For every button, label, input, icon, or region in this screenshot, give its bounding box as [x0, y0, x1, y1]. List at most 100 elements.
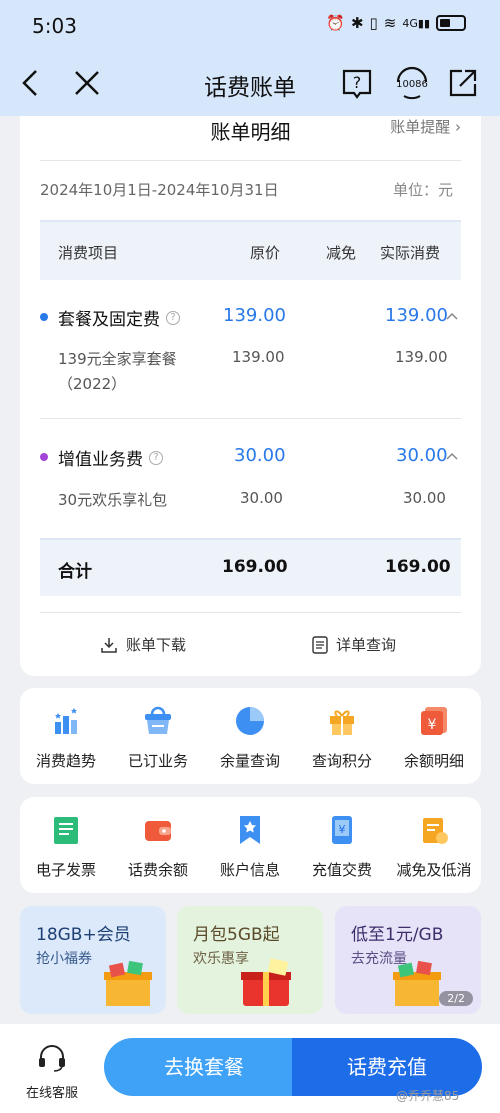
- divider: [40, 418, 461, 419]
- service-number: 10086: [396, 79, 428, 90]
- svg-text:¥: ¥: [428, 717, 437, 733]
- detail-query-button[interactable]: 详单查询: [312, 634, 396, 655]
- col-actual: 实际消费: [380, 244, 441, 262]
- gift-box-icon: [104, 960, 152, 1006]
- network-type: 4G: [402, 16, 418, 30]
- item-name: 30元欢乐享礼包: [58, 491, 168, 509]
- download-label: 账单下载: [126, 636, 187, 654]
- bill-date-range: 2024年10月1日-2024年10月31日: [40, 181, 279, 199]
- battery-icon: [436, 15, 466, 31]
- item-actual: 139.00: [395, 348, 448, 366]
- service-label: 余量查询: [219, 752, 280, 770]
- item-original: 139.00: [232, 348, 285, 366]
- bluetooth-icon: ✱: [350, 14, 364, 32]
- status-icons: ⏰ ✱ ▯ ≋ 4G▮▮: [326, 14, 466, 32]
- promo-title: 月包5GB起: [193, 925, 280, 945]
- share-icon[interactable]: [446, 66, 480, 100]
- group-name: 套餐及固定费: [58, 310, 160, 330]
- group-original: 139.00: [223, 305, 286, 326]
- pie-chart-icon: [236, 707, 264, 735]
- chevron-up-icon[interactable]: [446, 312, 458, 320]
- service-account-info[interactable]: 账户信息: [204, 813, 296, 880]
- item-actual: 30.00: [403, 489, 446, 507]
- chevron-right-icon: ›: [455, 118, 461, 136]
- service-points[interactable]: 查询积分: [296, 704, 388, 771]
- wifi-icon: ≋: [383, 14, 397, 32]
- signal-icon: 4G▮▮: [402, 16, 430, 30]
- service-discount-minimum[interactable]: 减免及低消: [388, 813, 480, 880]
- online-service-label: 在线客服: [25, 1086, 78, 1101]
- alarm-icon: ⏰: [326, 14, 345, 32]
- wallet-yen-icon: ¥: [421, 707, 447, 735]
- group-original: 30.00: [234, 445, 286, 466]
- group-package-fee[interactable]: 套餐及固定费?: [58, 305, 180, 330]
- gift-box-icon: [393, 960, 441, 1006]
- vibrate-icon: ▯: [369, 14, 378, 32]
- status-time: 5:03: [32, 14, 77, 38]
- detail-label: 详单查询: [336, 636, 397, 654]
- service-e-invoice[interactable]: 电子发票: [20, 813, 112, 880]
- group-actual: 30.00: [396, 445, 448, 466]
- service-balance-query[interactable]: 余量查询: [204, 704, 296, 771]
- service-label: 余额明细: [403, 752, 464, 770]
- headset-icon: [39, 1045, 65, 1072]
- service-label: 充值交费: [311, 861, 372, 879]
- help-icon[interactable]: ?: [340, 66, 374, 100]
- services-row-1: 消费趋势 已订业务 余量查询 查询积分 ¥ 余额明细: [20, 688, 481, 784]
- promo-card-1[interactable]: 18GB+会员 抢小福券: [20, 906, 166, 1014]
- group-actual: 139.00: [385, 305, 448, 326]
- invoice-icon: [54, 817, 78, 844]
- svg-text:?: ?: [353, 73, 362, 92]
- service-label: 话费余额: [127, 861, 188, 879]
- promo-card-2[interactable]: 月包5GB起 欢乐惠享: [177, 906, 323, 1014]
- chevron-up-icon[interactable]: [446, 452, 458, 460]
- service-consumption-trend[interactable]: 消费趋势: [20, 704, 112, 771]
- service-label: 电子发票: [35, 861, 96, 879]
- list-icon: [312, 635, 328, 654]
- service-phone-balance[interactable]: 话费余额: [112, 813, 204, 880]
- divider: [40, 612, 461, 613]
- customer-service-icon[interactable]: 10086: [392, 62, 432, 102]
- promo-subtitle: 抢小福券: [36, 951, 92, 967]
- bar-chart-icon: [55, 708, 77, 734]
- watermark: @乔乔慧85: [396, 1089, 460, 1103]
- divider: [40, 160, 461, 161]
- item-name-suffix: （2022）: [58, 375, 127, 393]
- services-row-2: 电子发票 话费余额 账户信息 ¥ 充值交费 减免及低消: [20, 797, 481, 893]
- total-label: 合计: [58, 562, 92, 582]
- service-subscribed[interactable]: 已订业务: [112, 704, 204, 771]
- bill-unit: 单位：元: [392, 181, 453, 199]
- service-label: 消费趋势: [35, 752, 96, 770]
- service-label: 查询积分: [311, 752, 372, 770]
- remind-label: 账单提醒: [390, 118, 451, 136]
- change-plan-button[interactable]: 去换套餐: [104, 1038, 304, 1096]
- download-icon: [101, 637, 117, 653]
- svg-text:¥: ¥: [339, 823, 346, 836]
- help-icon[interactable]: ?: [166, 310, 180, 325]
- group-name: 增值业务费: [58, 450, 143, 470]
- service-balance-detail[interactable]: ¥ 余额明细: [388, 704, 480, 771]
- service-label: 减免及低消: [396, 861, 472, 879]
- table-header: 消费项目 原价 减免 实际消费: [40, 220, 461, 280]
- online-service-button[interactable]: 在线客服: [20, 1042, 84, 1101]
- bookmark-star-icon: [240, 816, 260, 844]
- bill-remind-link[interactable]: 账单提醒 ›: [390, 116, 461, 137]
- help-icon[interactable]: ?: [149, 450, 163, 465]
- item-original: 30.00: [240, 489, 283, 507]
- service-recharge[interactable]: ¥ 充值交费: [296, 813, 388, 880]
- col-item: 消费项目: [58, 244, 119, 262]
- service-label: 已订业务: [127, 752, 188, 770]
- nav-bar: 话费账单 ? 10086: [0, 52, 500, 116]
- item-name: 139元全家享套餐: [58, 350, 177, 368]
- group-dot: [40, 313, 48, 321]
- red-gift-icon: [241, 958, 291, 1006]
- promo-card-3[interactable]: 低至1元/GB 去充流量 2/2: [335, 906, 481, 1014]
- status-bar: 5:03 ⏰ ✱ ▯ ≋ 4G▮▮: [0, 0, 500, 52]
- col-original: 原价: [250, 244, 281, 262]
- col-discount: 减免: [326, 244, 357, 262]
- total-original: 169.00: [222, 557, 288, 577]
- group-value-added-fee[interactable]: 增值业务费?: [58, 445, 163, 470]
- service-label: 账户信息: [219, 861, 280, 879]
- gift-icon: [330, 710, 354, 735]
- bill-download-button[interactable]: 账单下载: [100, 634, 186, 655]
